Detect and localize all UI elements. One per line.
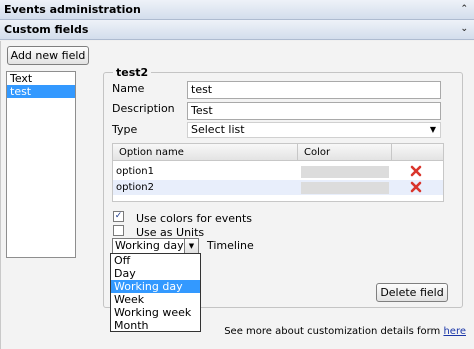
chevron-down-icon[interactable]: ⌄ <box>460 20 468 39</box>
color-swatch[interactable] <box>301 182 389 194</box>
timeline-dropdown[interactable]: Off Day Working day Week Working week Mo… <box>110 253 201 332</box>
footer-note: See more about customization details for… <box>224 326 466 337</box>
use-colors-label: Use colors for events <box>136 212 253 225</box>
timeline-option-month[interactable]: Month <box>111 319 200 332</box>
timeline-label: Timeline <box>207 239 254 252</box>
chevron-down-icon[interactable]: ▼ <box>184 239 198 253</box>
options-table: Option name Color option1 option2 <box>112 143 444 202</box>
footer-text: See more about customization details for… <box>224 326 444 337</box>
chevron-down-icon: ▼ <box>429 125 436 134</box>
type-select[interactable]: Select list ▼ <box>187 122 441 138</box>
custom-fields-bar[interactable]: Custom fields ⌄ <box>0 20 474 40</box>
type-label: Type <box>112 123 138 136</box>
timeline-option-working-day[interactable]: Working day <box>111 280 200 293</box>
col-color: Color <box>298 144 392 161</box>
events-admin-title: Events administration <box>4 3 141 16</box>
description-label: Description <box>112 102 175 115</box>
table-row[interactable]: option2 <box>113 180 443 195</box>
field-item-test[interactable]: test <box>7 85 75 98</box>
timeline-option-working-week[interactable]: Working week <box>111 306 200 319</box>
table-row[interactable]: option1 <box>113 164 443 179</box>
field-item-text[interactable]: Text <box>7 72 75 85</box>
events-admin-bar[interactable]: Events administration ⌃ <box>0 0 474 20</box>
field-list[interactable]: Text test <box>6 71 76 258</box>
timeline-option-day[interactable]: Day <box>111 267 200 280</box>
delete-field-button[interactable]: Delete field <box>376 283 448 302</box>
description-field[interactable]: Test <box>187 102 441 120</box>
use-units-checkbox[interactable] <box>113 225 124 236</box>
timeline-option-off[interactable]: Off <box>111 254 200 267</box>
use-colors-checkbox[interactable]: ✓ <box>113 211 124 222</box>
delete-x-icon[interactable] <box>409 164 423 178</box>
name-label: Name <box>112 82 145 95</box>
option-name-cell[interactable]: option1 <box>113 164 154 179</box>
delete-x-icon[interactable] <box>409 180 423 194</box>
col-option-name: Option name <box>113 144 298 161</box>
name-field[interactable]: test <box>187 81 441 99</box>
checkmark-icon: ✓ <box>114 211 123 221</box>
timeline-option-week[interactable]: Week <box>111 293 200 306</box>
type-select-value: Select list <box>191 123 245 136</box>
table-header: Option name Color <box>113 144 443 161</box>
option-name-cell[interactable]: option2 <box>113 180 154 195</box>
field-editor-legend: test2 <box>113 66 152 79</box>
timeline-select-value: Working day <box>115 239 184 252</box>
color-swatch[interactable] <box>301 166 389 178</box>
footer-link[interactable]: here <box>443 326 466 337</box>
add-field-button[interactable]: Add new field <box>7 46 89 65</box>
chevron-up-icon[interactable]: ⌃ <box>460 0 468 19</box>
custom-fields-title: Custom fields <box>4 23 89 36</box>
timeline-select[interactable]: Working day ▼ <box>112 238 199 254</box>
